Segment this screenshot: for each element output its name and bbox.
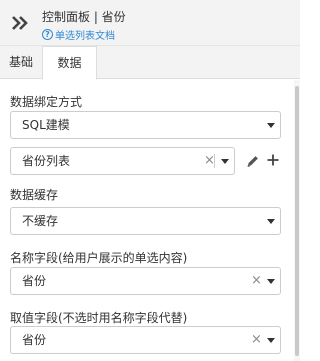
plus-icon[interactable] [266, 152, 280, 166]
binding-label: 数据绑定方式 [10, 95, 83, 109]
select-divider [214, 154, 215, 168]
cache-value: 不缓存 [22, 214, 59, 228]
chevron-down-icon [267, 123, 275, 128]
double-chevron-right-icon[interactable] [10, 14, 30, 32]
clear-icon[interactable]: × [251, 268, 262, 294]
chevron-down-icon [267, 219, 275, 224]
tab-bar: 基础 数据 [0, 46, 300, 80]
pencil-icon[interactable] [246, 153, 260, 167]
name-field-select[interactable]: 省份 × [10, 267, 281, 295]
value-field-label: 取值字段(不选时用名称字段代替) [10, 311, 188, 325]
value-field-value: 省份 [22, 333, 47, 347]
cache-select[interactable]: 不缓存 [10, 207, 281, 235]
doc-link-label: 单选列表文档 [55, 31, 115, 42]
panel-header: 控制面板 | 省份 ? 单选列表文档 [0, 0, 300, 46]
chevron-down-icon [267, 338, 275, 343]
chevron-down-icon [221, 159, 229, 164]
model-select[interactable]: 省份列表 × [10, 147, 235, 175]
model-value: 省份列表 [22, 154, 71, 168]
panel-title: 控制面板 | 省份 [42, 10, 126, 24]
tab-basic[interactable]: 基础 [0, 46, 42, 79]
doc-link[interactable]: ? 单选列表文档 [42, 27, 115, 42]
help-icon: ? [42, 29, 53, 40]
value-field-select[interactable]: 省份 × [10, 326, 281, 354]
binding-value: SQL建模 [22, 118, 70, 132]
tab-data[interactable]: 数据 [42, 46, 97, 80]
binding-select[interactable]: SQL建模 [10, 111, 281, 139]
scrollbar-thumb[interactable] [295, 86, 299, 356]
chevron-down-icon [267, 279, 275, 284]
cache-label: 数据缓存 [10, 188, 59, 202]
clear-icon[interactable]: × [251, 327, 262, 353]
name-field-value: 省份 [22, 274, 47, 288]
name-field-label: 名称字段(给用户展示的单选内容) [10, 251, 188, 265]
scrollbar[interactable] [294, 80, 300, 361]
